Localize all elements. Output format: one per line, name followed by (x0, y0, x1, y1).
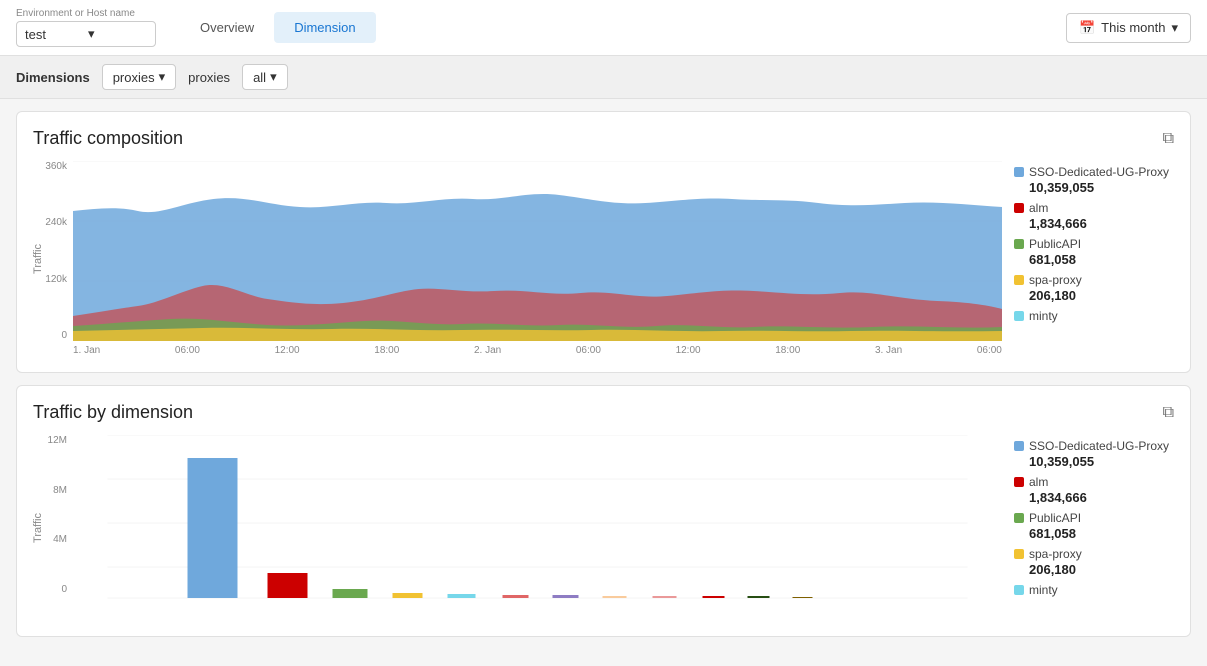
legend-name-publicapi: PublicAPI (1029, 237, 1081, 251)
legend-item-publicapi-2: PublicAPI 681,058 (1014, 511, 1174, 541)
bar-alm (268, 573, 308, 598)
bar-minty (448, 594, 476, 598)
dim-filter-1-arrow: ▾ (159, 69, 166, 85)
legend-name-alm-2: alm (1029, 475, 1048, 489)
bar-publicapi (333, 589, 368, 598)
legend-item-spaproxy-2: spa-proxy 206,180 (1014, 547, 1174, 577)
bar-11 (748, 596, 770, 598)
env-selector: Environment or Host name test ▾ (16, 8, 156, 47)
legend-item-minty-2: minty (1014, 583, 1174, 597)
legend-value-alm: 1,834,666 (1029, 216, 1174, 231)
bar-chart-x-spacer (73, 600, 1002, 620)
env-dropdown[interactable]: test ▾ (16, 21, 156, 47)
legend-value-sso-2: 10,359,055 (1029, 454, 1174, 469)
export-icon-composition[interactable]: ⧉ (1163, 130, 1174, 148)
bar-12 (793, 597, 813, 598)
area-chart-svg (73, 161, 1002, 341)
legend-name-alm: alm (1029, 201, 1048, 215)
traffic-composition-chart-area: Traffic 360k 240k 120k 0 (33, 161, 1174, 356)
date-picker-arrow: ▾ (1171, 20, 1178, 36)
x-axis-labels: 1. Jan 06:00 12:00 18:00 2. Jan 06:00 12… (73, 345, 1002, 356)
legend-name-sso: SSO-Dedicated-UG-Proxy (1029, 165, 1169, 179)
traffic-by-dimension-legend: SSO-Dedicated-UG-Proxy 10,359,055 alm 1,… (1014, 435, 1174, 620)
dimensions-bar: Dimensions proxies ▾ proxies all ▾ (0, 56, 1207, 99)
legend-dot-publicapi-2 (1014, 513, 1024, 523)
bar-9 (653, 596, 677, 598)
env-dropdown-arrow: ▾ (88, 26, 147, 42)
legend-name-sso-2: SSO-Dedicated-UG-Proxy (1029, 439, 1169, 453)
traffic-composition-header: Traffic composition ⧉ (33, 128, 1174, 149)
traffic-composition-legend: SSO-Dedicated-UG-Proxy 10,359,055 alm 1,… (1014, 161, 1174, 356)
date-picker-label: This month (1101, 20, 1165, 35)
legend-item-alm-2: alm 1,834,666 (1014, 475, 1174, 505)
legend-dot-sso-2 (1014, 441, 1024, 451)
bar-chart-svg (73, 435, 1002, 600)
legend-dot-publicapi (1014, 239, 1024, 249)
legend-item-publicapi: PublicAPI 681,058 (1014, 237, 1174, 267)
legend-value-publicapi-2: 681,058 (1029, 526, 1174, 541)
traffic-by-dimension-card: Traffic by dimension ⧉ Traffic 12M 8M 4M… (16, 385, 1191, 637)
legend-dot-alm (1014, 203, 1024, 213)
legend-name-spaproxy: spa-proxy (1029, 273, 1082, 287)
area-chart-container: Traffic 360k 240k 120k 0 (33, 161, 1002, 356)
legend-name-publicapi-2: PublicAPI (1029, 511, 1081, 525)
nav-tabs: Overview Dimension (180, 12, 376, 43)
legend-item-alm: alm 1,834,666 (1014, 201, 1174, 231)
dim-filter-1[interactable]: proxies ▾ (102, 64, 176, 90)
bar-6 (503, 595, 529, 598)
bar-8 (603, 596, 627, 598)
legend-name-minty-2: minty (1029, 583, 1058, 597)
legend-item-sso: SSO-Dedicated-UG-Proxy 10,359,055 (1014, 165, 1174, 195)
bar-chart-container: Traffic 12M 8M 4M 0 (33, 435, 1002, 620)
legend-dot-spaproxy (1014, 275, 1024, 285)
bar-spaproxy (393, 593, 423, 598)
legend-item-spaproxy: spa-proxy 206,180 (1014, 273, 1174, 303)
traffic-by-dimension-header: Traffic by dimension ⧉ (33, 402, 1174, 423)
dim-filter-all-label: all (253, 70, 266, 85)
legend-value-spaproxy-2: 206,180 (1029, 562, 1174, 577)
tab-overview[interactable]: Overview (180, 12, 274, 43)
legend-dot-minty (1014, 311, 1024, 321)
date-picker[interactable]: 📅 This month ▾ (1066, 13, 1191, 43)
dim-filter-all[interactable]: all ▾ (242, 64, 288, 90)
y-axis-ticks-bar: 12M 8M 4M 0 (33, 435, 71, 595)
top-bar: Environment or Host name test ▾ Overview… (0, 0, 1207, 56)
legend-name-spaproxy-2: spa-proxy (1029, 547, 1082, 561)
bar-10 (703, 596, 725, 598)
legend-dot-minty-2 (1014, 585, 1024, 595)
dim-filter-1-label: proxies (113, 70, 155, 85)
legend-value-publicapi: 681,058 (1029, 252, 1174, 267)
dimensions-label: Dimensions (16, 70, 90, 85)
y-axis-ticks: 360k 240k 120k 0 (33, 161, 71, 341)
dim-filter-2: proxies (188, 70, 230, 85)
env-value: test (25, 27, 84, 42)
main-content: Traffic composition ⧉ Traffic 360k 240k … (0, 99, 1207, 649)
bar-sso (188, 458, 238, 598)
legend-item-sso-2: SSO-Dedicated-UG-Proxy 10,359,055 (1014, 439, 1174, 469)
legend-dot-spaproxy-2 (1014, 549, 1024, 559)
legend-value-alm-2: 1,834,666 (1029, 490, 1174, 505)
traffic-by-dimension-chart-area: Traffic 12M 8M 4M 0 (33, 435, 1174, 620)
legend-name-minty: minty (1029, 309, 1058, 323)
calendar-icon: 📅 (1079, 20, 1095, 36)
legend-value-sso: 10,359,055 (1029, 180, 1174, 195)
legend-value-spaproxy: 206,180 (1029, 288, 1174, 303)
env-label: Environment or Host name (16, 8, 156, 19)
traffic-by-dimension-title: Traffic by dimension (33, 402, 193, 423)
tab-dimension[interactable]: Dimension (274, 12, 375, 43)
dim-filter-all-arrow: ▾ (270, 69, 277, 85)
legend-dot-sso (1014, 167, 1024, 177)
bar-7 (553, 595, 579, 598)
traffic-composition-card: Traffic composition ⧉ Traffic 360k 240k … (16, 111, 1191, 373)
export-icon-dimension[interactable]: ⧉ (1163, 404, 1174, 422)
legend-dot-alm-2 (1014, 477, 1024, 487)
legend-item-minty: minty (1014, 309, 1174, 323)
traffic-composition-title: Traffic composition (33, 128, 183, 149)
